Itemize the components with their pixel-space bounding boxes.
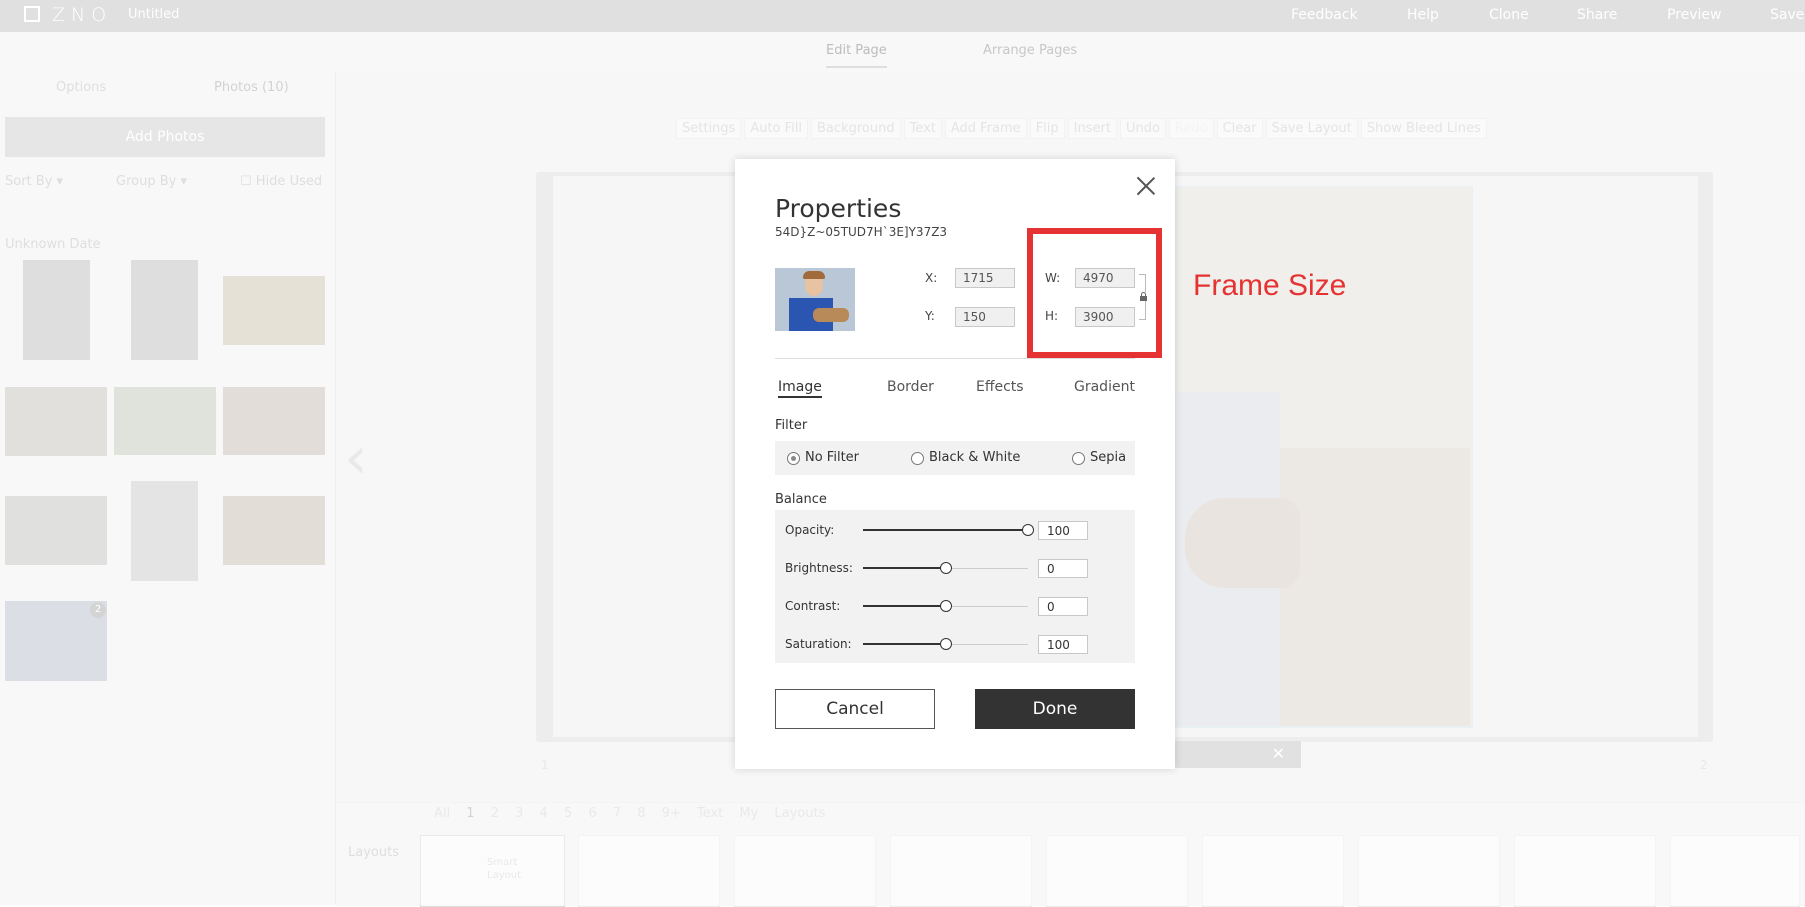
cancel-button[interactable]: Cancel [775, 689, 935, 729]
x-label: X: [925, 271, 938, 285]
contrast-slider-handle[interactable] [940, 600, 952, 612]
sepia-radio[interactable] [1072, 452, 1085, 465]
dialog-title: Properties [775, 194, 902, 223]
saturation-label: Saturation: [785, 637, 852, 651]
opacity-label: Opacity: [785, 523, 835, 537]
sepia-label[interactable]: Sepia [1090, 450, 1126, 465]
no-filter-label[interactable]: No Filter [805, 450, 859, 465]
tab-effects[interactable]: Effects [976, 379, 1024, 395]
opacity-value-input[interactable] [1038, 521, 1088, 540]
balance-section-title: Balance [775, 492, 827, 507]
image-id: 54D}Z~05TUD7H`3E]Y37Z3 [775, 225, 948, 239]
brightness-value-input[interactable] [1038, 559, 1088, 578]
done-button[interactable]: Done [975, 689, 1135, 729]
brightness-label: Brightness: [785, 561, 853, 575]
contrast-value-input[interactable] [1038, 597, 1088, 616]
y-input[interactable] [955, 307, 1015, 327]
saturation-value-input[interactable] [1038, 635, 1088, 654]
tab-border[interactable]: Border [887, 379, 934, 395]
close-icon[interactable] [1134, 174, 1158, 198]
dialog-divider [775, 358, 1135, 359]
tab-image[interactable]: Image [778, 379, 822, 398]
opacity-slider-handle[interactable] [1022, 524, 1034, 536]
brightness-slider-handle[interactable] [940, 562, 952, 574]
x-input[interactable] [955, 268, 1015, 288]
frame-size-annotation: Frame Size [1193, 269, 1347, 302]
brightness-slider-fill [863, 567, 946, 569]
black-white-radio[interactable] [911, 452, 924, 465]
contrast-slider-fill [863, 605, 946, 607]
no-filter-radio[interactable] [787, 452, 800, 465]
saturation-slider-handle[interactable] [940, 638, 952, 650]
opacity-slider-fill [863, 529, 1028, 531]
filter-section-title: Filter [775, 418, 808, 433]
y-label: Y: [925, 309, 935, 323]
contrast-label: Contrast: [785, 599, 841, 613]
saturation-slider-fill [863, 643, 946, 645]
image-preview [775, 268, 855, 331]
frame-size-highlight [1027, 228, 1162, 358]
black-white-label[interactable]: Black & White [929, 450, 1020, 465]
tab-gradient[interactable]: Gradient [1074, 379, 1135, 395]
